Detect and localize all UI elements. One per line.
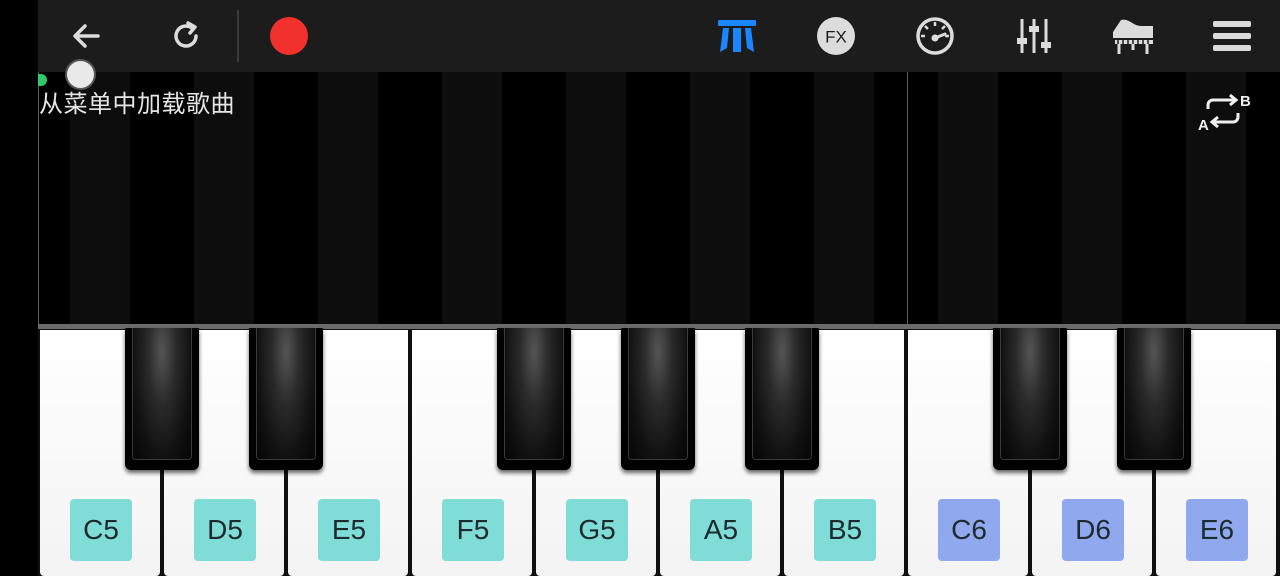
note-label: C6 bbox=[938, 499, 1000, 561]
roll-lane bbox=[442, 72, 502, 324]
ab-loop-button[interactable]: A B bbox=[1196, 91, 1252, 134]
note-label: C5 bbox=[70, 499, 132, 561]
metronome-button[interactable] bbox=[911, 12, 959, 60]
toolbar-separator bbox=[237, 10, 239, 62]
roll-octave-line bbox=[907, 72, 908, 324]
black-key-c-sharp-6[interactable] bbox=[993, 328, 1067, 470]
black-key-c-sharp-5[interactable] bbox=[125, 328, 199, 470]
roll-lane bbox=[938, 72, 998, 324]
fx-label: FX bbox=[825, 28, 847, 47]
note-label: D6 bbox=[1062, 499, 1124, 561]
black-key-shade bbox=[1124, 328, 1184, 460]
black-key-f-sharp-5[interactable] bbox=[497, 328, 571, 470]
record-dot-icon bbox=[270, 17, 308, 55]
record-button[interactable] bbox=[265, 12, 313, 60]
black-key-shade bbox=[1000, 328, 1060, 460]
keys-mode-button[interactable] bbox=[713, 12, 761, 60]
mixer-button[interactable] bbox=[1010, 12, 1058, 60]
roll-lane bbox=[566, 72, 626, 324]
black-key-d-sharp-5[interactable] bbox=[249, 328, 323, 470]
black-key-shade bbox=[132, 328, 192, 460]
black-key-shade bbox=[504, 328, 564, 460]
black-key-shade bbox=[256, 328, 316, 460]
progress-thumb[interactable] bbox=[67, 61, 94, 88]
roll-lane bbox=[1062, 72, 1122, 324]
black-key-shade bbox=[628, 328, 688, 460]
note-label: B5 bbox=[814, 499, 876, 561]
hamburger-icon bbox=[1213, 21, 1251, 51]
top-toolbar: FX bbox=[38, 0, 1280, 72]
arrow-left-icon bbox=[73, 24, 100, 48]
instrument-button[interactable] bbox=[1109, 12, 1157, 60]
note-label: G5 bbox=[566, 499, 628, 561]
note-label: D5 bbox=[194, 499, 256, 561]
menu-button[interactable] bbox=[1208, 12, 1256, 60]
roll-lane bbox=[690, 72, 750, 324]
note-label: E6 bbox=[1186, 499, 1248, 561]
note-roll-panel: 从菜单中加载歌曲 A B bbox=[38, 72, 1280, 324]
black-key-g-sharp-5[interactable] bbox=[621, 328, 695, 470]
reset-button[interactable] bbox=[162, 12, 210, 60]
fx-button[interactable]: FX bbox=[812, 12, 860, 60]
black-key-d-sharp-6[interactable] bbox=[1117, 328, 1191, 470]
black-key-a-sharp-5[interactable] bbox=[745, 328, 819, 470]
black-key-shade bbox=[752, 328, 812, 460]
sliders-icon bbox=[1017, 19, 1051, 53]
ab-repeat-icon: A B bbox=[1198, 93, 1251, 134]
ab-label-b: B bbox=[1240, 93, 1251, 110]
note-label: F5 bbox=[442, 499, 504, 561]
roll-lane bbox=[814, 72, 874, 324]
grand-piano-icon bbox=[1113, 19, 1153, 54]
roll-lane bbox=[318, 72, 378, 324]
refresh-icon bbox=[174, 21, 198, 48]
speedometer-icon bbox=[916, 17, 954, 55]
ab-label-a: A bbox=[1198, 117, 1209, 133]
back-button[interactable] bbox=[62, 12, 110, 60]
load-song-hint: 从菜单中加载歌曲 bbox=[39, 90, 235, 118]
fx-icon: FX bbox=[817, 17, 855, 55]
note-label: A5 bbox=[690, 499, 752, 561]
screen-left-edge bbox=[0, 0, 38, 576]
note-label: E5 bbox=[318, 499, 380, 561]
piano-keyboard: C5 D5 E5 F5 G5 A5 B5 C6 D6 E6 bbox=[38, 324, 1280, 576]
keys-mode-icon bbox=[718, 20, 756, 52]
